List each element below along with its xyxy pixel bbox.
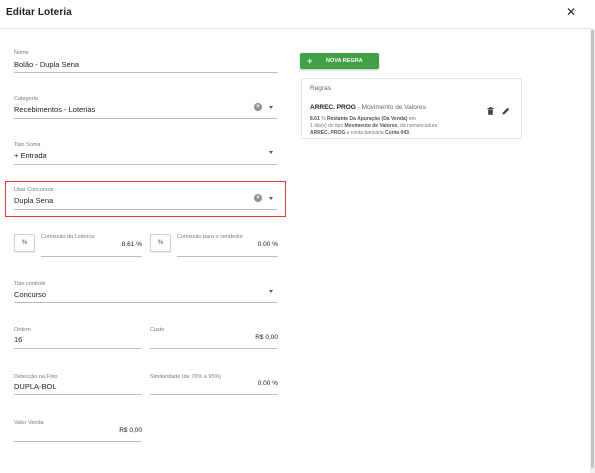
nome-input[interactable]: Bolão - Dupla Sena — [14, 60, 79, 69]
close-icon[interactable]: ✕ — [566, 5, 576, 19]
usar-concursos-underline — [14, 209, 278, 210]
comissao-loterica-input[interactable]: 8.61 % — [41, 241, 142, 248]
rule-item-heading: ARREC. PROG - Movimento de Valores — [310, 104, 426, 111]
rule-text: e conta bancária — [345, 130, 386, 136]
rule-item-line-1: 8.61 % Restante Da Apuração (Da Venda) e… — [310, 116, 416, 122]
deteccao-underline — [14, 394, 142, 395]
rule-text: 1 dia(s) do tipo — [310, 123, 345, 129]
rule-item-subtitle: - Movimento de Valores — [355, 104, 426, 111]
nome-underline — [14, 72, 278, 73]
usar-concursos-select[interactable]: Dupla Sena — [14, 196, 53, 205]
comissao-vendedor-label: Comissão para o vendedor — [177, 234, 244, 240]
rule-item-line-3: ARREC. PROG e conta bancária Conta 043. — [310, 130, 410, 136]
valor-venda-input[interactable]: R$ 0,00 — [14, 427, 142, 434]
categoria-chevron-down-icon[interactable] — [269, 106, 273, 109]
usar-concursos-chevron-down-icon[interactable] — [269, 197, 273, 200]
rule-base: Restante — [326, 116, 349, 122]
tipo-soma-underline — [14, 164, 278, 165]
comissao-vendedor-percent-button[interactable]: % — [150, 234, 171, 252]
similaridade-underline — [150, 394, 278, 395]
rule-text: . — [408, 130, 411, 136]
valor-venda-label: Valor Venda — [14, 420, 44, 426]
rule-account: Conta 043 — [385, 130, 409, 136]
tipo-soma-chevron-down-icon[interactable] — [269, 151, 273, 154]
tipo-controle-underline — [14, 302, 278, 303]
ordem-input[interactable]: 16 — [14, 335, 22, 344]
tipo-controle-chevron-down-icon[interactable] — [269, 290, 273, 293]
comissao-loterica-label: Comissão da Lotérica — [41, 234, 95, 240]
categoria-clear-icon[interactable]: × — [254, 103, 262, 111]
dialog-header: Editar Loteria ✕ — [0, 0, 595, 29]
tipo-soma-label: Tipo Soma — [14, 142, 41, 148]
categoria-label: Categoria — [14, 96, 38, 102]
rules-title: Regras — [310, 85, 331, 92]
add-rule-button-label: NOVA REGRA — [326, 58, 363, 64]
comissao-vendedor-input[interactable]: 0.00 % — [177, 241, 278, 248]
rule-item-line-2: 1 dia(s) do tipo Movimento de Valores, d… — [310, 123, 437, 129]
comissao-loterica-underline — [41, 256, 142, 257]
add-rule-button[interactable]: + NOVA REGRA — [300, 53, 379, 69]
rule-percent-value: 8.61 — [310, 116, 320, 122]
valor-venda-underline — [14, 441, 142, 442]
comissao-loterica-percent-button[interactable]: % — [14, 234, 35, 252]
rule-source: Da Apuração (Da Venda) — [349, 116, 408, 122]
scrollbar-thumb[interactable] — [591, 30, 594, 468]
tipo-controle-label: Tipo controle — [14, 281, 46, 287]
rule-text: % — [319, 116, 327, 122]
categoria-underline — [14, 118, 278, 119]
comissao-vendedor-underline — [177, 256, 278, 257]
categoria-select[interactable]: Recebimentos - Loterias — [14, 105, 95, 114]
tipo-soma-select[interactable]: + Entrada — [14, 151, 47, 160]
rule-nomenclature: ARREC. PROG — [310, 130, 346, 136]
rule-item-name: ARREC. PROG — [310, 104, 356, 111]
tipo-controle-select[interactable]: Concurso — [14, 290, 46, 299]
rule-text: em — [407, 116, 416, 122]
edit-icon[interactable] — [502, 107, 510, 115]
usar-concursos-label: Usar Concursos — [14, 187, 54, 193]
rule-type: Movimento de Valores — [344, 123, 398, 129]
ordem-underline — [14, 348, 142, 349]
dialog-title: Editar Loteria — [6, 7, 72, 18]
deteccao-label: Detecção na Foto — [14, 374, 58, 380]
plus-icon: + — [307, 56, 313, 66]
nome-label: Nome — [14, 50, 29, 56]
usar-concursos-clear-icon[interactable]: × — [254, 194, 262, 202]
custo-underline — [150, 348, 278, 349]
custo-label: Custo — [150, 327, 165, 333]
ordem-label: Ordem — [14, 327, 31, 333]
custo-input[interactable]: R$ 0,00 — [150, 334, 278, 341]
rule-text: , da nomenclatura — [397, 123, 438, 129]
deteccao-input[interactable]: DUPLA-BOL — [14, 382, 57, 391]
similaridade-input[interactable]: 0.00 % — [150, 380, 278, 387]
delete-icon[interactable] — [487, 107, 494, 115]
